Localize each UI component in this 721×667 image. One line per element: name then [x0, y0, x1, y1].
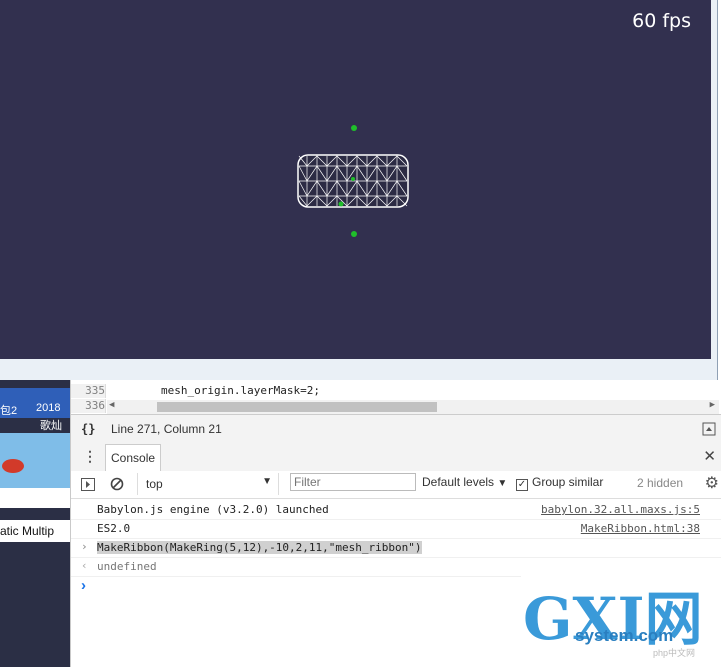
console-toolbar: top ▼ Default levels ▼ ✓ Group similar 2 …	[71, 471, 721, 499]
render-canvas[interactable]: 60 fps	[0, 0, 711, 359]
desktop-background: 包2 2018 歌灿 atic Multip	[0, 380, 70, 667]
log-levels-dropdown[interactable]: Default levels ▼	[422, 475, 507, 489]
watermark-small-text: php中文网	[653, 648, 696, 658]
thumb1-label-c: 歌灿	[40, 420, 62, 432]
gizmo-point-bottom	[351, 231, 357, 237]
console-input-echo: › MakeRibbon(MakeRing(5,12),-10,2,11,"me…	[71, 538, 721, 558]
message-text: ES2.0	[97, 522, 131, 535]
group-similar-label: Group similar	[532, 475, 604, 489]
filter-input[interactable]	[290, 473, 416, 491]
desktop-thumbnail-3[interactable]	[0, 488, 70, 508]
context-selector[interactable]: top ▼	[137, 473, 279, 495]
input-prompt-icon: ›	[81, 540, 88, 553]
settings-gear-icon[interactable]: ⚙	[705, 473, 719, 493]
thumb2-label: atic Multip	[0, 524, 55, 538]
watermark-domain: system.com	[575, 626, 674, 645]
clear-console-icon[interactable]	[110, 477, 124, 491]
message-text: Babylon.js engine (v3.2.0) launched	[97, 503, 329, 516]
prompt-chevron-icon: ›	[81, 577, 86, 594]
result-value: undefined	[97, 560, 157, 573]
editor-status-bar: {} Line 271, Column 21	[71, 414, 721, 444]
desktop-thumbnail-4[interactable]: atic Multip	[0, 520, 70, 542]
thumbnail-graphic	[2, 459, 24, 473]
line-number: 336	[71, 399, 106, 413]
drawer-tab-bar: ⋮ Console ✕	[71, 443, 721, 472]
source-editor[interactable]: 335 mesh_origin.layerMask=2; 336 ◀ ▶	[71, 380, 721, 414]
fps-counter: 60 fps	[632, 10, 691, 32]
levels-arrow-icon: ▼	[497, 478, 508, 489]
ribbon-mesh[interactable]	[297, 154, 409, 208]
toggle-drawer-icon[interactable]	[702, 422, 716, 436]
thumb1-label-b: 2018	[36, 402, 61, 414]
scrollbar-thumb[interactable]	[157, 402, 437, 412]
console-message: Babylon.js engine (v3.2.0) launched baby…	[71, 500, 721, 520]
console-result: ‹ undefined	[71, 557, 521, 577]
horizontal-scrollbar[interactable]: ◀ ▶	[107, 400, 719, 414]
close-drawer-icon[interactable]: ✕	[703, 447, 716, 465]
browser-window: 60 fps	[0, 0, 718, 381]
pretty-print-icon[interactable]: {}	[81, 422, 95, 436]
more-tabs-icon[interactable]: ⋮	[83, 448, 97, 465]
show-sidebar-icon[interactable]	[81, 478, 95, 491]
message-source-link[interactable]: babylon.32.all.maxs.js:5	[541, 503, 700, 516]
line-number: 335	[71, 384, 106, 398]
desktop-thumbnail-1[interactable]: 包2 2018	[0, 388, 70, 418]
thumb1-label-a: 包2	[0, 405, 18, 417]
group-similar-toggle[interactable]: ✓ Group similar	[516, 475, 603, 491]
tab-console[interactable]: Console	[105, 444, 162, 471]
scroll-left-icon[interactable]: ◀	[109, 400, 114, 410]
message-source-link[interactable]: MakeRibbon.html:38	[581, 522, 700, 535]
hidden-count: 2 hidden	[637, 476, 684, 490]
code-line[interactable]: mesh_origin.layerMask=2;	[161, 384, 320, 397]
devtools-panel: 335 mesh_origin.layerMask=2; 336 ◀ ▶ {} …	[70, 380, 721, 667]
result-arrow-icon: ‹	[81, 559, 88, 572]
context-value: top	[146, 477, 163, 491]
checkbox-checked-icon[interactable]: ✓	[516, 479, 528, 491]
echoed-command[interactable]: MakeRibbon(MakeRing(5,12),-10,2,11,"mesh…	[97, 541, 422, 554]
dropdown-arrow-icon: ▼	[262, 476, 272, 487]
desktop-thumbnail-2[interactable]	[0, 433, 70, 488]
scroll-right-icon[interactable]: ▶	[710, 400, 715, 410]
console-message: ES2.0 MakeRibbon.html:38	[71, 519, 721, 539]
cursor-position: Line 271, Column 21	[111, 422, 222, 436]
tab-console-label: Console	[111, 451, 156, 465]
gizmo-point-top	[351, 125, 357, 131]
log-levels-label: Default levels	[422, 475, 495, 489]
